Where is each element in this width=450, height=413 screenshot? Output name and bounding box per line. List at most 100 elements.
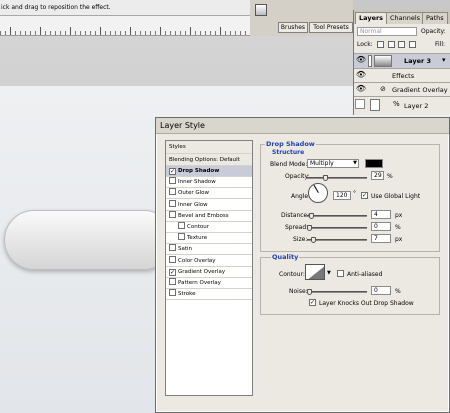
style-item-stroke[interactable]: Stroke <box>166 289 252 301</box>
lock-transparency-icon[interactable] <box>376 41 384 48</box>
link-icon[interactable] <box>370 99 380 111</box>
blending-options[interactable]: Blending Options: Default <box>166 154 252 166</box>
style-item-label: Texture <box>187 235 208 242</box>
shadow-color-swatch[interactable] <box>365 159 383 168</box>
tab-paths[interactable]: Paths <box>422 12 448 24</box>
layers-panel: Layers Channels Paths Normal Opacity: Lo… <box>353 10 450 115</box>
style-checkbox[interactable] <box>169 188 176 196</box>
lock-pixels-icon[interactable] <box>387 41 395 48</box>
tab-brushes[interactable]: Brushes <box>278 22 308 33</box>
style-item-label: Contour <box>187 224 209 230</box>
spread-slider-handle[interactable] <box>307 225 312 231</box>
distance-slider-handle[interactable] <box>309 213 315 219</box>
knocks-out-label: Layer Knocks Out Drop Shadow <box>319 300 414 307</box>
style-item-pattern-overlay[interactable]: Pattern Overlay <box>166 278 252 289</box>
style-item-drop-shadow[interactable]: ✓ Drop Shadow <box>166 166 252 177</box>
distance-slider[interactable] <box>307 213 367 219</box>
angle-unit: ° <box>353 190 356 197</box>
style-item-outer-glow[interactable]: Outer Glow <box>166 188 252 200</box>
link-icon[interactable] <box>368 55 372 67</box>
angle-dial[interactable] <box>308 183 328 203</box>
style-checkbox[interactable] <box>178 233 185 241</box>
noise-label: Noise: <box>289 288 308 295</box>
style-item-label: Bevel and Emboss <box>178 212 229 219</box>
eye-icon[interactable]: 👁 <box>355 84 367 96</box>
size-slider-handle[interactable] <box>310 237 316 243</box>
lock-position-icon[interactable] <box>398 41 406 48</box>
style-checkbox[interactable] <box>169 199 176 207</box>
style-checkbox[interactable] <box>169 244 176 252</box>
size-slider[interactable] <box>307 237 367 243</box>
lock-all-icon[interactable] <box>409 41 417 48</box>
blend-mode-select[interactable]: Multiply ▼ <box>307 159 359 168</box>
size-input[interactable]: 7 <box>371 234 391 243</box>
style-checkbox[interactable] <box>169 278 176 285</box>
palette-well: Brushes Tool Presets <box>250 0 353 36</box>
style-checkbox[interactable] <box>169 210 176 218</box>
style-checkbox[interactable]: ✓ <box>169 168 176 175</box>
panel-tabs: Layers Channels Paths <box>354 10 450 24</box>
dialog-title: Layer Style <box>156 118 449 134</box>
horizontal-ruler <box>0 16 250 36</box>
style-item-contour[interactable]: Contour <box>166 222 252 233</box>
noise-input[interactable]: 0 <box>371 286 391 295</box>
layer-thumbnail <box>374 55 392 67</box>
eye-icon[interactable]: 👁 <box>355 70 367 82</box>
style-item-label: Pattern Overlay <box>178 280 221 286</box>
layer-row-layer2[interactable]: % Layer 2 <box>354 96 450 113</box>
tab-channels[interactable]: Channels <box>386 12 425 24</box>
chevron-down-icon[interactable]: ▼ <box>327 270 331 276</box>
style-item-satin[interactable]: Satin <box>166 244 252 256</box>
lock-row: Lock: Fill: <box>357 40 450 50</box>
visibility-toggle[interactable] <box>355 99 365 109</box>
angle-needle <box>313 184 319 193</box>
options-bar: ick and drag to reposition the effect. <box>0 0 250 16</box>
style-checkbox[interactable]: ✓ <box>169 268 176 276</box>
style-item-color-overlay[interactable]: Color Overlay <box>166 255 252 267</box>
noise-slider[interactable] <box>307 289 367 295</box>
style-item-texture[interactable]: Texture <box>166 233 252 245</box>
style-item-label: Outer Glow <box>178 190 210 197</box>
tab-tool-presets[interactable]: Tool Presets <box>309 22 353 33</box>
quality-title: Quality <box>271 253 300 261</box>
styles-list: Styles Blending Options: Default ✓ Drop S… <box>165 140 253 396</box>
effect-row-gradient-overlay[interactable]: 👁 ⊘ Gradient Overlay <box>354 82 450 96</box>
lock-label: Lock: <box>357 41 373 48</box>
style-checkbox[interactable] <box>178 222 185 229</box>
contour-picker[interactable] <box>305 264 325 280</box>
layer-name[interactable]: Layer 3 <box>404 57 431 65</box>
style-checkbox[interactable] <box>169 255 176 263</box>
noise-slider-handle[interactable] <box>307 289 312 295</box>
use-global-light-checkbox[interactable]: ✓ <box>361 192 368 199</box>
knocks-out-checkbox[interactable]: ✓ <box>309 299 316 306</box>
palette-well-icon[interactable] <box>255 4 267 16</box>
style-item-gradient-overlay[interactable]: ✓ Gradient Overlay <box>166 267 252 278</box>
distance-input[interactable]: 4 <box>371 210 391 219</box>
anti-aliased-checkbox[interactable] <box>337 270 344 277</box>
style-item-inner-shadow[interactable]: Inner Shadow <box>166 177 252 189</box>
styles-header[interactable]: Styles <box>166 141 252 154</box>
layer-row-layer3[interactable]: 👁 Layer 3 ▾ <box>354 53 450 68</box>
style-checkbox[interactable] <box>169 177 176 185</box>
contour-curve-icon <box>308 266 324 279</box>
style-item-label: Color Overlay <box>178 257 216 264</box>
effect-label[interactable]: Gradient Overlay <box>392 86 448 94</box>
style-item-label: Inner Glow <box>178 201 208 208</box>
opacity-slider[interactable] <box>307 175 367 181</box>
style-checkbox[interactable] <box>169 289 176 297</box>
layer-blend-mode-select[interactable]: Normal <box>357 27 417 36</box>
style-item-inner-glow[interactable]: Inner Glow <box>166 199 252 211</box>
size-unit: px <box>395 236 403 243</box>
fx-expand-icon[interactable]: ▾ <box>442 56 446 64</box>
layer-name[interactable]: Layer 2 <box>404 102 428 110</box>
angle-input[interactable]: 120 <box>333 191 351 200</box>
button-shape-layer[interactable] <box>4 210 174 270</box>
quality-group: Quality Contour: ▼ Anti-aliased Noise: 0… <box>260 253 440 315</box>
style-item-bevel-and-emboss[interactable]: Bevel and Emboss <box>166 210 252 222</box>
spread-slider[interactable] <box>307 225 367 231</box>
spread-input[interactable]: 0 <box>371 222 391 231</box>
eye-icon[interactable]: 👁 <box>355 55 367 67</box>
opacity-slider-handle[interactable] <box>322 175 328 181</box>
tab-layers[interactable]: Layers <box>355 12 388 24</box>
opacity-input[interactable]: 29 <box>371 171 384 180</box>
